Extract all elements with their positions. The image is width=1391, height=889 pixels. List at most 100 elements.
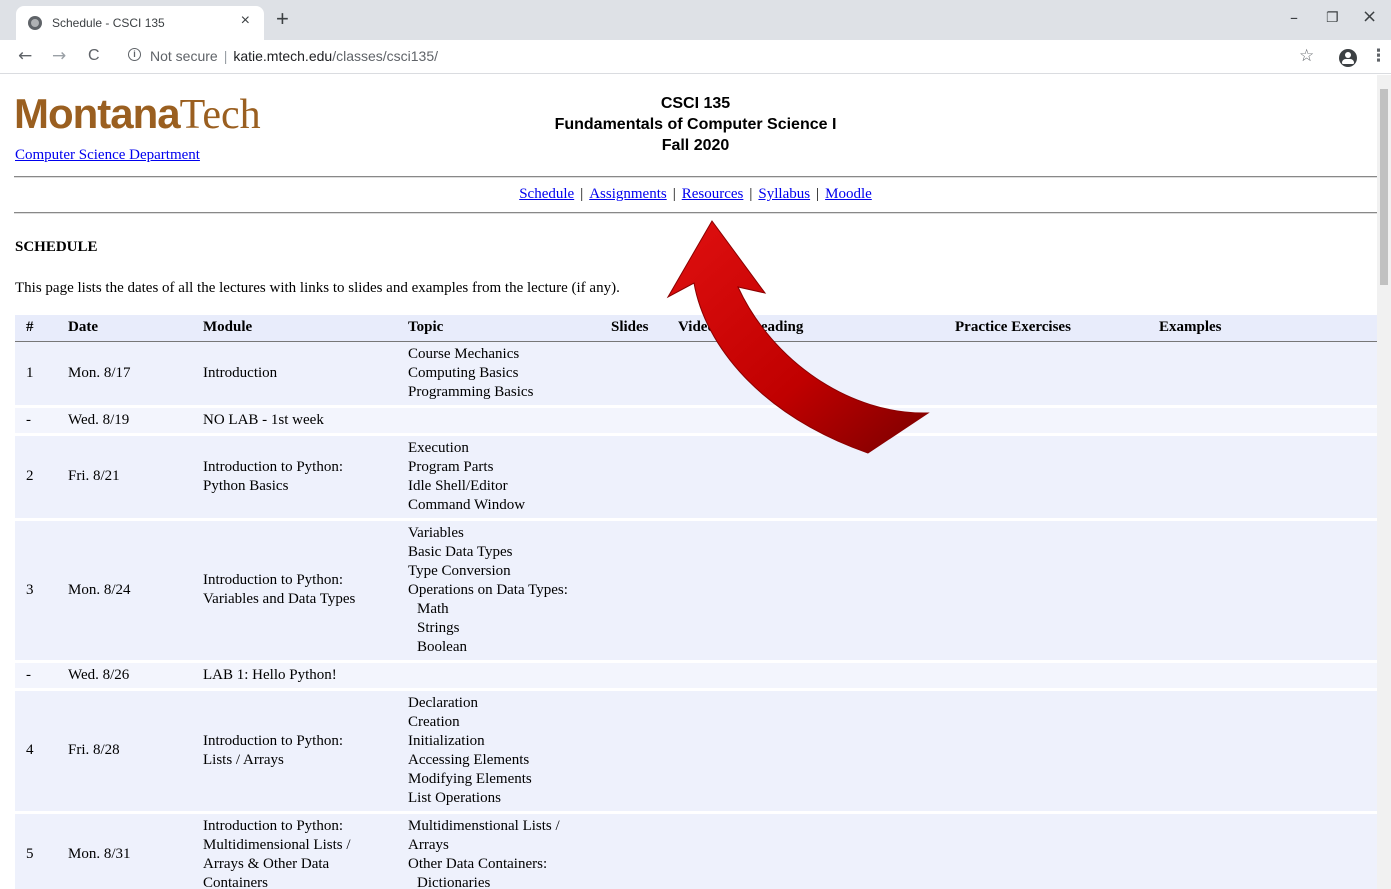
header-practice: Practice Exercises — [955, 315, 1159, 342]
address-bar[interactable]: i Not secure | katie.mtech.edu/classes/csc… — [118, 44, 1288, 70]
module-line: Containers — [203, 874, 268, 889]
nav-link-moodle[interactable]: Moodle — [825, 186, 872, 202]
cell-reading — [750, 519, 955, 663]
topic-line: Execution — [408, 439, 469, 456]
course-nav: Schedule | Assignments | Resources | Syllabus |… — [0, 186, 1377, 203]
divider-bottom — [14, 212, 1377, 214]
restore-icon[interactable]: ❐ — [1326, 10, 1339, 26]
tab-strip: Schedule - CSCI 135 × + – ❐ × — [0, 0, 1391, 40]
header-slides: Slides — [611, 315, 678, 342]
table-row: 5 Mon. 8/31 Introduction to Python: Multidi… — [15, 812, 1377, 889]
close-tab-icon[interactable]: × — [241, 12, 250, 30]
profile-icon[interactable] — [1339, 49, 1357, 67]
module-line: LAB 1: Hello Python! — [203, 666, 337, 683]
cell-module: Introduction to Python: Variables and Dat… — [203, 519, 408, 663]
topic-line: Strings — [417, 619, 460, 636]
header-examples: Examples — [1159, 315, 1377, 342]
module-line: NO LAB - 1st week — [203, 411, 324, 428]
nav-link-assignments[interactable]: Assignments — [589, 186, 667, 202]
cell-topic: Multidimenstional Lists / Arrays Other Dat… — [408, 812, 611, 889]
table-row: 2 Fri. 8/21 Introduction to Python: Python … — [15, 434, 1377, 521]
cell-videos — [678, 434, 750, 521]
minimize-icon[interactable]: – — [1290, 8, 1298, 27]
cell-reading — [750, 812, 955, 889]
browser-toolbar: ← → C i Not secure | katie.mtech.edu/class… — [0, 40, 1391, 74]
topic-line: Computing Basics — [408, 364, 519, 381]
nav-link-resources[interactable]: Resources — [682, 186, 744, 202]
topic-line: Operations on Data Types: — [408, 581, 568, 598]
topic-line: Declaration — [408, 694, 478, 711]
menu-icon[interactable]: ⋮ — [1370, 46, 1387, 66]
cell-slides — [611, 519, 678, 663]
cell-module: Introduction — [203, 341, 408, 408]
cell-practice — [955, 689, 1159, 814]
cell-date: Fri. 8/21 — [68, 434, 203, 521]
cell-date: Wed. 8/19 — [68, 406, 203, 436]
header-topic: Topic — [408, 315, 611, 342]
url-text: Not secure | katie.mtech.edu/classes/csci1… — [150, 48, 439, 64]
info-icon[interactable]: i — [128, 48, 141, 61]
cell-topic: Course Mechanics Computing Basics Programm… — [408, 341, 611, 408]
back-icon[interactable]: ← — [18, 46, 32, 66]
cell-examples — [1159, 519, 1377, 663]
cell-num: 2 — [15, 434, 68, 521]
module-line: Variables and Data Types — [203, 591, 356, 607]
cell-reading — [750, 341, 955, 408]
nav-separator: | — [580, 186, 584, 202]
vertical-scrollbar[interactable] — [1377, 75, 1391, 889]
security-label: Not secure — [150, 48, 218, 64]
scrollbar-thumb[interactable] — [1380, 89, 1388, 285]
cell-examples — [1159, 434, 1377, 521]
header-videos: Videos — [678, 315, 750, 342]
nav-separator: | — [816, 186, 820, 202]
cell-topic — [408, 406, 611, 436]
cell-topic: Declaration Creation Initialization Accessi… — [408, 689, 611, 814]
topic-line: Variables — [408, 524, 464, 541]
cell-slides — [611, 406, 678, 436]
table-row: 4 Fri. 8/28 Introduction to Python: Lists /… — [15, 689, 1377, 814]
course-code: CSCI 135 — [660, 95, 731, 112]
cell-practice — [955, 661, 1159, 691]
cell-practice — [955, 406, 1159, 436]
cell-reading — [750, 661, 955, 691]
close-window-icon[interactable]: × — [1362, 6, 1377, 27]
nav-link-syllabus[interactable]: Syllabus — [758, 186, 810, 202]
cell-videos — [678, 406, 750, 436]
header-date: Date — [68, 315, 203, 342]
cell-date: Wed. 8/26 — [68, 661, 203, 691]
divider-top — [14, 176, 1377, 178]
globe-icon — [28, 16, 42, 30]
new-tab-button[interactable]: + — [276, 8, 289, 30]
topic-line: Creation — [408, 713, 460, 730]
cell-practice — [955, 812, 1159, 889]
table-row: 1 Mon. 8/17 Introduction Course Mechanics Co… — [15, 341, 1377, 408]
nav-link-schedule[interactable]: Schedule — [519, 186, 574, 202]
topic-line: Arrays — [408, 836, 449, 853]
cell-reading — [750, 434, 955, 521]
forward-icon[interactable]: → — [52, 46, 66, 66]
bookmark-star-icon[interactable]: ☆ — [1299, 46, 1314, 66]
cell-date: Mon. 8/24 — [68, 519, 203, 663]
reload-icon[interactable]: C — [88, 46, 100, 66]
cell-videos — [678, 661, 750, 691]
cell-date: Mon. 8/31 — [68, 812, 203, 889]
cell-videos — [678, 689, 750, 814]
cell-slides — [611, 434, 678, 521]
cell-num: 1 — [15, 341, 68, 408]
cell-num: 4 — [15, 689, 68, 814]
cell-num: 5 — [15, 812, 68, 889]
cell-topic: Variables Basic Data Types Type Conversion… — [408, 519, 611, 663]
module-line: Lists / Arrays — [203, 751, 284, 768]
cell-slides — [611, 341, 678, 408]
section-title: SCHEDULE — [15, 239, 98, 255]
topic-line: Idle Shell/Editor — [408, 477, 508, 494]
topic-line: Basic Data Types — [408, 543, 513, 560]
module-line: Introduction to Python: — [203, 817, 343, 834]
topic-line: List Operations — [408, 789, 501, 806]
url-path: /classes/csci135/ — [332, 48, 439, 64]
cell-date: Fri. 8/28 — [68, 689, 203, 814]
module-line: Introduction to Python: — [203, 732, 343, 749]
nav-separator: | — [672, 186, 676, 202]
browser-tab[interactable]: Schedule - CSCI 135 × — [16, 6, 264, 40]
module-line: Python Basics — [203, 477, 289, 494]
